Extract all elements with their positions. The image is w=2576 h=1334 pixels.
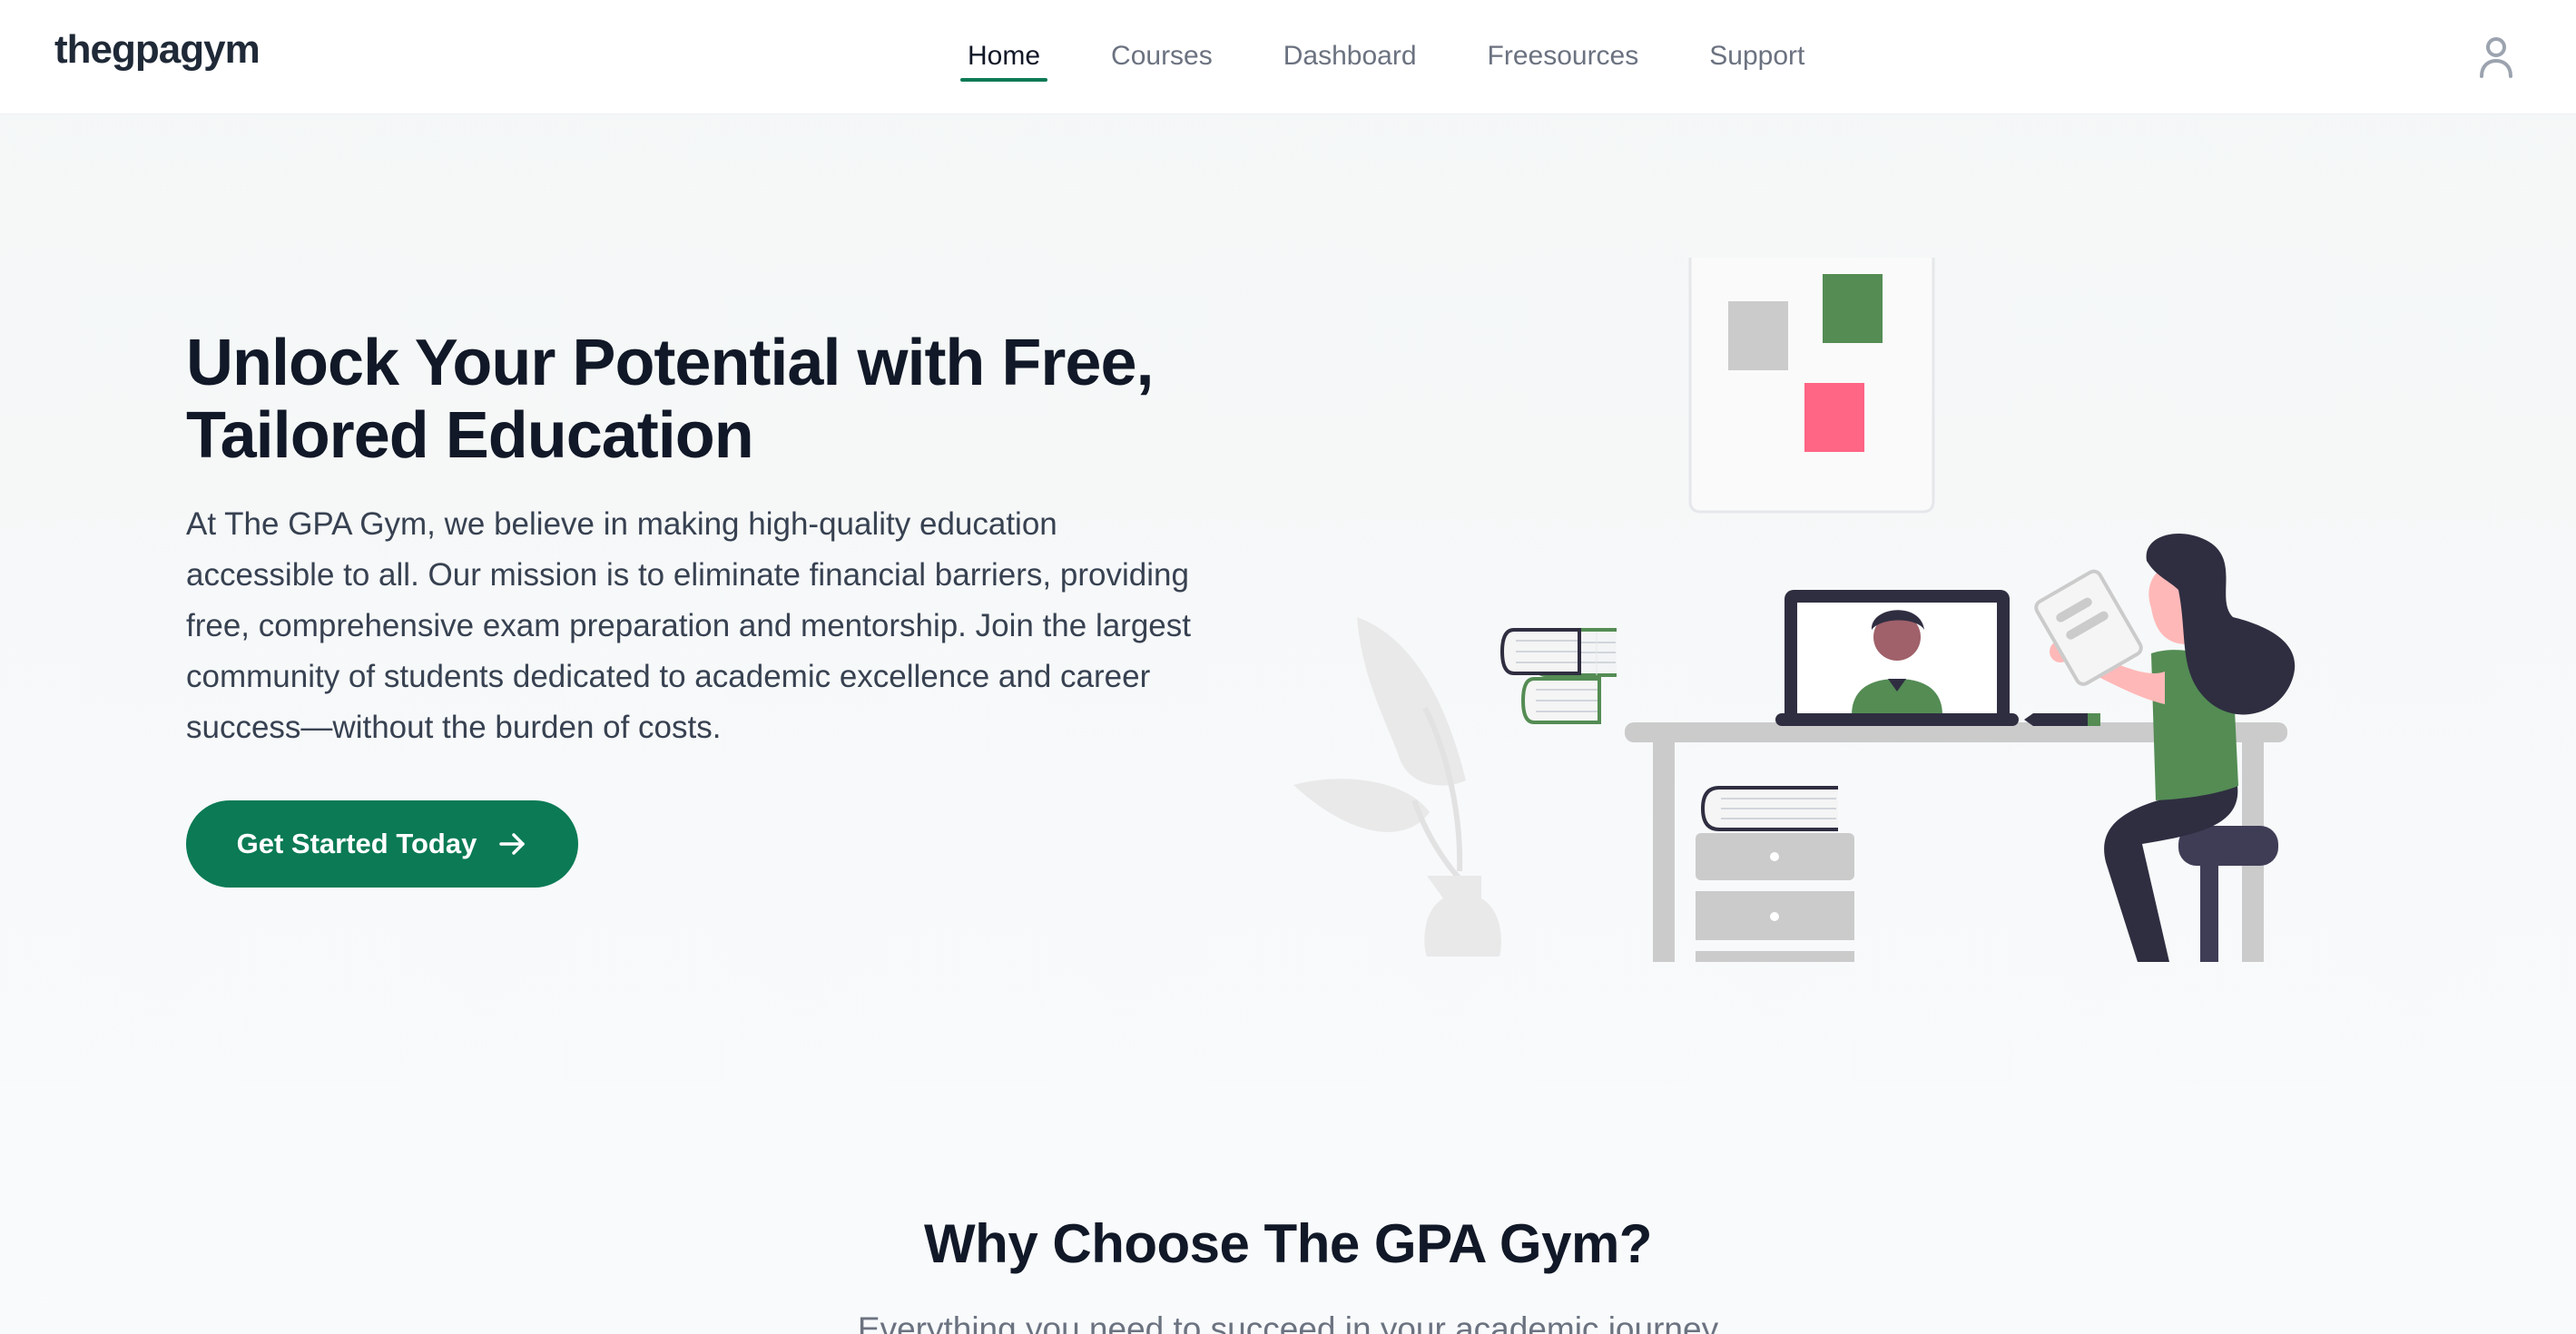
hero-title: Unlock Your Potential with Free, Tailore… — [186, 327, 1230, 472]
nav-courses[interactable]: Courses — [1104, 34, 1220, 82]
hero-title-line-1: Unlock Your Potential with Free, — [186, 327, 1155, 399]
hero-title-line-2: Tailored Education — [186, 399, 754, 472]
get-started-button[interactable]: Get Started Today — [186, 800, 578, 888]
plant-decoration — [1293, 617, 1501, 956]
pen — [2024, 713, 2100, 726]
nav-freesources[interactable]: Freesources — [1480, 34, 1647, 82]
hero-illustration — [1271, 245, 2360, 962]
main-nav: Home Courses Dashboard Freesources Suppo… — [960, 34, 1868, 82]
sticky-board — [1688, 258, 1935, 514]
user-icon[interactable] — [2474, 33, 2518, 80]
top-navbar: thegpagym Home Courses Dashboard Freesou… — [0, 0, 2576, 114]
why-section-title: Why Choose The GPA Gym? — [924, 1213, 1652, 1274]
nav-support[interactable]: Support — [1702, 34, 1812, 82]
laptop — [1775, 590, 2019, 726]
nav-home[interactable]: Home — [960, 34, 1048, 82]
why-section-subtitle: Everything you need to succeed in your a… — [857, 1310, 1719, 1334]
arrow-right-icon — [497, 829, 527, 859]
logo[interactable]: thegpagym — [54, 27, 261, 73]
nav-dashboard[interactable]: Dashboard — [1276, 34, 1424, 82]
hero-description: At The GPA Gym, we believe in making hig… — [186, 506, 1191, 745]
get-started-label: Get Started Today — [236, 828, 477, 859]
